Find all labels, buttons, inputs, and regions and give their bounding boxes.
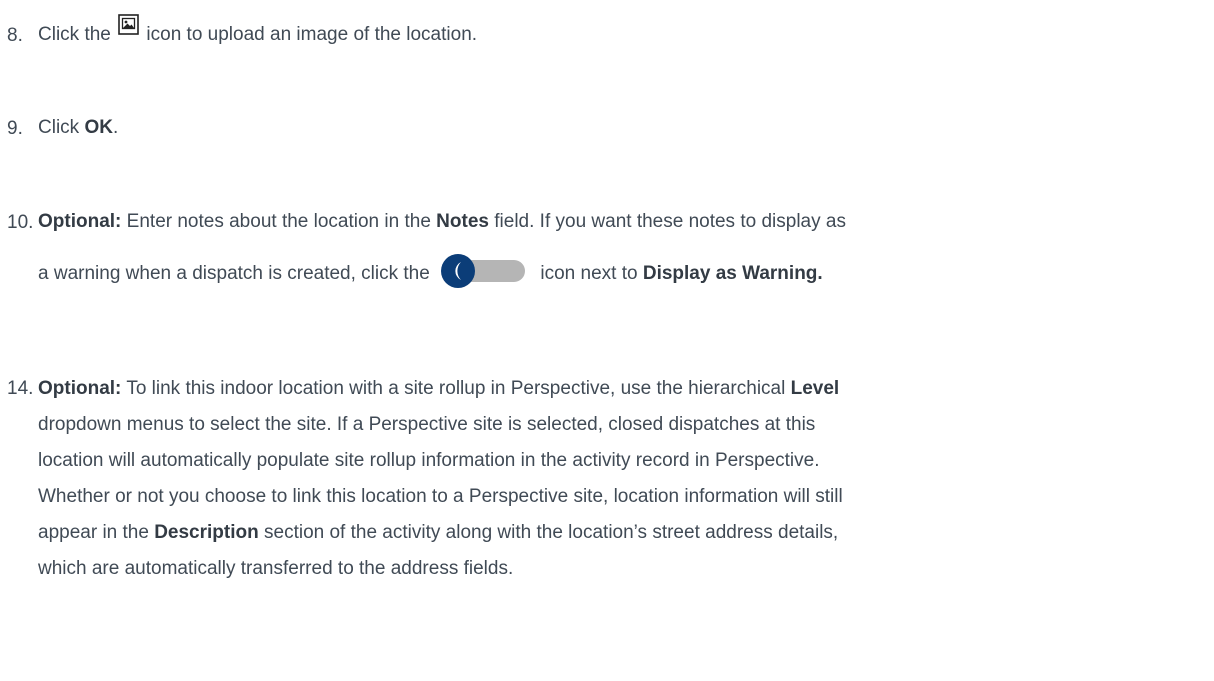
step-text: . <box>112 117 119 138</box>
step-body: Optional: Enter notes about the location… <box>38 205 1198 291</box>
step-text: Click the <box>38 24 117 45</box>
step-number: 8. <box>7 25 23 46</box>
step-number: 10. <box>7 212 34 233</box>
step-text: Enter notes about the location in the <box>121 211 437 232</box>
step-body: Optional: To link this indoor location w… <box>38 371 1198 587</box>
notes-label: Notes <box>436 211 489 232</box>
step-body: Click OK. <box>38 111 1198 145</box>
step-number: 9. <box>7 118 23 139</box>
step-text: icon next to <box>535 263 643 285</box>
toggle-switch-icon <box>441 254 527 288</box>
step-text: a warning when a dispatch is created, cl… <box>38 263 436 285</box>
step-text: location will automatically populate sit… <box>38 450 820 471</box>
description-label: Description <box>154 522 259 543</box>
step-text: icon to upload an image of the location. <box>141 24 478 45</box>
step-text: Click <box>38 117 85 138</box>
optional-label: Optional: <box>38 211 122 232</box>
step-text: which are automatically transferred to t… <box>38 558 514 579</box>
step-number: 14. <box>7 378 34 399</box>
ok-label: OK <box>84 117 113 138</box>
step-text: To link this indoor location with a site… <box>121 378 791 399</box>
step-text: appear in the <box>38 522 155 543</box>
image-upload-icon <box>118 13 139 35</box>
document-page: 8. Click the icon to upload an image of … <box>0 0 1214 681</box>
display-as-warning-label: Display as Warning. <box>642 263 823 285</box>
optional-label: Optional: <box>38 378 122 399</box>
step-text: field. If you want these notes to displa… <box>488 211 846 232</box>
step-text: section of the activity along with the l… <box>258 522 839 543</box>
step-text: dropdown menus to select the site. If a … <box>38 414 816 435</box>
step-body: Click the icon to upload an image of the… <box>38 14 1198 52</box>
step-text: Whether or not you choose to link this l… <box>38 486 843 507</box>
level-label: Level <box>790 378 840 399</box>
